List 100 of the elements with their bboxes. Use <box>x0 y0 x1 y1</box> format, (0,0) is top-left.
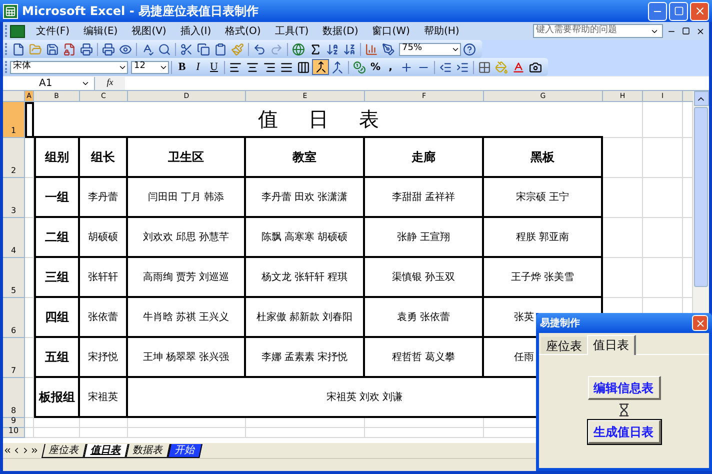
maximize-button[interactable] <box>669 2 688 20</box>
distribute-icon[interactable] <box>297 60 310 74</box>
first-sheet-icon[interactable] <box>3 446 12 455</box>
sheet-tab[interactable]: 开始 <box>168 444 202 458</box>
grid-cell[interactable] <box>80 418 128 428</box>
grid-cell[interactable] <box>25 378 34 418</box>
grid-cell[interactable] <box>246 418 365 428</box>
next-sheet-icon[interactable] <box>21 446 30 455</box>
last-sheet-icon[interactable] <box>30 446 39 455</box>
grid-cell[interactable] <box>25 428 34 438</box>
search-icon[interactable] <box>158 42 171 56</box>
bold-button[interactable]: B <box>174 58 190 76</box>
row-number[interactable]: 8 <box>3 378 25 418</box>
align-right-icon[interactable] <box>263 60 276 74</box>
grid-cell[interactable] <box>643 138 683 178</box>
increase-decimal-icon[interactable] <box>400 60 413 74</box>
currency-icon[interactable] <box>353 60 366 74</box>
grid-cell[interactable] <box>603 258 643 298</box>
grid-cell[interactable] <box>80 428 128 438</box>
grid-cell[interactable] <box>34 418 80 428</box>
toolbar-handle[interactable] <box>5 61 8 73</box>
row-number[interactable]: 3 <box>3 178 25 218</box>
grid-cell[interactable] <box>34 428 80 438</box>
grid-cell[interactable] <box>25 298 34 338</box>
align-center-icon[interactable] <box>246 60 259 74</box>
grid-cell[interactable] <box>25 258 34 298</box>
minimize-button[interactable] <box>648 2 667 20</box>
spell-check-icon[interactable] <box>141 42 154 56</box>
sort-descending-icon[interactable] <box>343 42 356 56</box>
undo-icon[interactable] <box>253 42 266 56</box>
camera-icon[interactable] <box>529 60 542 74</box>
zoom-select[interactable]: 75% <box>399 42 461 56</box>
drawing-tool-icon[interactable] <box>382 42 395 56</box>
row-number[interactable]: 9 <box>3 418 25 428</box>
workbook-icon[interactable] <box>10 24 25 38</box>
row-number[interactable]: 7 <box>3 338 25 378</box>
formula-field[interactable] <box>125 76 709 90</box>
row-number[interactable]: 5 <box>3 258 25 298</box>
maximize-icon[interactable] <box>674 6 684 16</box>
restore-workbook-icon[interactable] <box>682 27 690 35</box>
merge-icon[interactable] <box>331 60 344 74</box>
grid-cell[interactable] <box>603 102 643 138</box>
menu-item[interactable]: 视图(V) <box>124 24 174 38</box>
close-button[interactable] <box>690 2 709 20</box>
insert-function-label[interactable]: fx <box>95 76 125 90</box>
grid-cell[interactable] <box>603 138 643 178</box>
row-number[interactable]: 4 <box>3 218 25 258</box>
sheet-tab[interactable]: 值日表 <box>84 444 128 458</box>
menu-item[interactable]: 工具(T) <box>268 24 316 38</box>
dialog-tab[interactable]: 座位表 <box>541 337 587 354</box>
indent-icon[interactable] <box>456 60 469 74</box>
copy-icon[interactable] <box>197 42 210 56</box>
selected-cell[interactable] <box>25 102 34 138</box>
redo-icon[interactable] <box>270 42 283 56</box>
toolbar-handle[interactable] <box>5 25 8 37</box>
grid-cell[interactable] <box>365 418 484 428</box>
menu-item[interactable]: 帮助(H) <box>416 24 466 38</box>
menu-item[interactable]: 编辑(E) <box>76 24 125 38</box>
comma-button[interactable]: , <box>383 60 398 74</box>
grid-cell[interactable] <box>603 178 643 218</box>
grid-cell[interactable] <box>365 428 484 438</box>
grid-cell[interactable] <box>25 218 34 258</box>
grid-cell[interactable] <box>25 418 34 428</box>
help-icon[interactable] <box>463 42 476 56</box>
grid-cell[interactable] <box>25 138 34 178</box>
menu-item[interactable]: 数据(D) <box>316 24 366 38</box>
globe-icon[interactable] <box>292 42 305 56</box>
justify-icon[interactable] <box>280 60 293 74</box>
percent-button[interactable]: % <box>368 60 383 74</box>
font-color-icon[interactable] <box>512 60 525 74</box>
row-number[interactable]: 2 <box>3 138 25 178</box>
menu-item[interactable]: 窗口(W) <box>365 24 417 38</box>
print-icon[interactable] <box>102 42 115 56</box>
chart-icon[interactable] <box>365 42 378 56</box>
outdent-icon[interactable] <box>439 60 452 74</box>
save-icon[interactable] <box>46 42 59 56</box>
scissors-icon[interactable] <box>180 42 193 56</box>
dialog-button[interactable]: 生成值日表 <box>588 420 660 444</box>
permission-icon[interactable] <box>63 42 76 56</box>
preview-icon[interactable] <box>119 42 132 56</box>
grid-cell[interactable] <box>643 218 683 258</box>
menu-item[interactable]: 格式(O) <box>218 24 268 38</box>
new-file-icon[interactable] <box>12 42 25 56</box>
help-search-field[interactable]: 键入需要帮助的问题 <box>533 24 663 38</box>
sheet-tab[interactable]: 数据表 <box>126 444 170 458</box>
sheet-tab[interactable]: 座位表 <box>42 444 86 458</box>
underline-button[interactable]: U <box>206 58 222 76</box>
row-number[interactable]: 10 <box>3 428 25 438</box>
align-left-icon[interactable] <box>229 60 242 74</box>
scroll-thumb[interactable] <box>694 107 708 287</box>
printer-icon[interactable] <box>80 42 93 56</box>
grid-cell[interactable] <box>643 102 683 138</box>
name-box[interactable]: A1 <box>3 76 95 90</box>
sum-icon[interactable] <box>309 42 322 56</box>
grid-cell[interactable] <box>128 418 246 428</box>
grid-cell[interactable] <box>643 178 683 218</box>
dialog-button[interactable]: 编辑信息表 <box>588 376 660 400</box>
fill-color-icon[interactable] <box>495 60 508 74</box>
grid-cell[interactable] <box>643 258 683 298</box>
grid-cell[interactable] <box>128 428 246 438</box>
